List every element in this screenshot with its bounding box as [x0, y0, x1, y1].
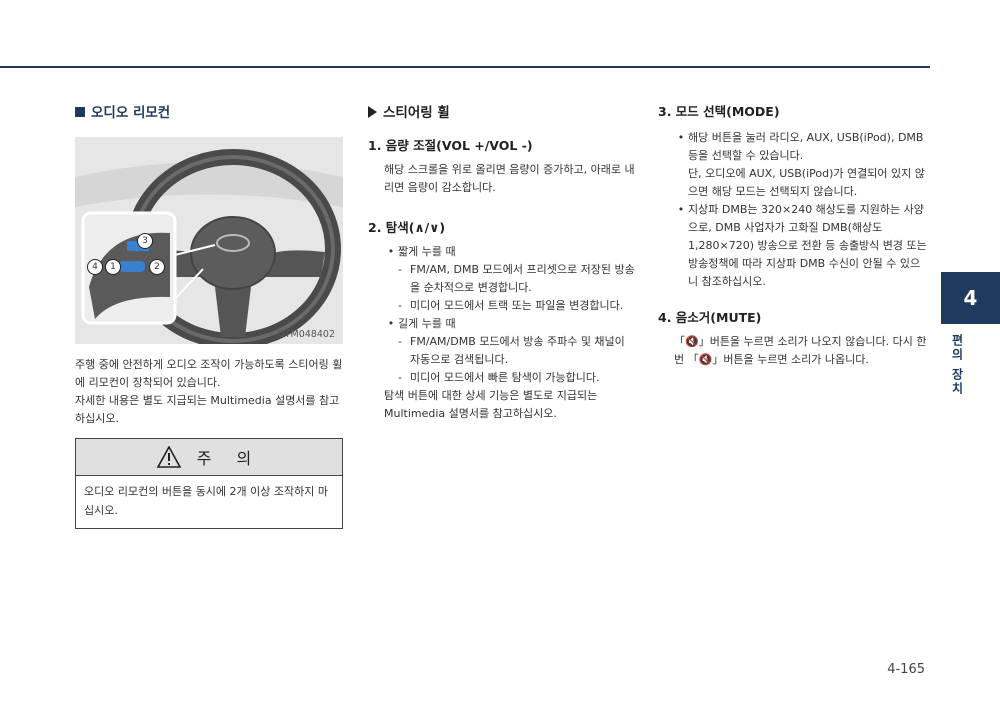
- short-press-item: • 짧게 누를 때: [384, 243, 636, 261]
- header-rule: [0, 66, 930, 68]
- bullet-dot-icon: •: [387, 317, 395, 330]
- callout-2: 2: [149, 259, 165, 275]
- callout-1: 1: [105, 259, 121, 275]
- seek-heading: 2. 탐색(∧/∨): [368, 220, 446, 235]
- remote-description: 주행 중에 안전하게 오디오 조작이 가능하도록 스티어링 휠에 리모컨이 장착…: [75, 358, 343, 389]
- square-bullet-icon: [75, 107, 85, 117]
- caution-box: 주 의 오디오 리모컨의 버튼을 동시에 2개 이상 조작하지 마십시오.: [75, 438, 343, 529]
- short-press-sub-1: - FM/AM, DMB 모드에서 프리셋으로 저장된 방송을 순차적으로 변경합…: [398, 263, 635, 294]
- steering-wheel-figure: 3 4 1 2 OTM048402: [75, 137, 343, 344]
- remote-manual-note: 자세한 내용은 별도 지급되는 Multimedia 설명서를 참고하십시오.: [75, 394, 340, 425]
- caution-title: 주 의: [196, 449, 262, 468]
- seek-note: 탐색 버튼에 대한 상세 기능은 별도로 지급되는 Multimedia 설명서…: [384, 389, 598, 420]
- bullet-dot-icon: •: [677, 203, 685, 216]
- long-press-item: • 길게 누를 때: [384, 315, 636, 333]
- figure-code: OTM048402: [277, 329, 335, 340]
- mute-text: 「🔇」버튼을 누르면 소리가 나오지 않습니다. 다시 한 번 「🔇」버튼을 누…: [674, 335, 927, 366]
- short-press-sub-2: - 미디어 모드에서 트랙 또는 파일을 변경합니다.: [398, 299, 624, 312]
- triangle-bullet-icon: [368, 106, 377, 118]
- long-press-sub-1: - FM/AM/DMB 모드에서 방송 주파수 및 채널이 자동으로 검색됩니다.: [398, 335, 625, 366]
- caution-header: 주 의: [76, 439, 342, 476]
- caution-text: 오디오 리모컨의 버튼을 동시에 2개 이상 조작하지 마십시오.: [84, 485, 328, 517]
- left-column: 오디오 리모컨 3 4 1 2 OTM048402 주행 중에 안전하게 오디오…: [75, 103, 343, 529]
- chapter-label: 편의 장치: [950, 334, 964, 397]
- mode-bullet-2: • 지상파 DMB는 320×240 해상도를 지원하는 사양으로, DMB 사…: [674, 201, 928, 291]
- section-title-remote: 오디오 리모컨: [75, 103, 343, 123]
- steering-wheel-illustration: [75, 137, 343, 344]
- seek-details: • 짧게 누를 때 - FM/AM, DMB 모드에서 프리셋으로 저장된 방송을…: [368, 243, 636, 387]
- mode-heading: 3. 모드 선택(MODE): [658, 104, 780, 119]
- long-press-sub-2: - 미디어 모드에서 빠른 탐색이 가능합니다.: [398, 371, 600, 384]
- bullet-dot-icon: •: [677, 131, 685, 144]
- mode-bullet-1: • 해당 버튼을 눌러 라디오, AUX, USB(iPod), DMB 등을 …: [674, 129, 928, 165]
- warning-triangle-icon: [156, 446, 181, 468]
- mode-bullet-1-note: 단, 오디오에 AUX, USB(iPod)가 연결되어 있지 않으면 해당 모…: [688, 167, 925, 198]
- right-column: 3. 모드 선택(MODE) • 해당 버튼을 눌러 라디오, AUX, USB…: [658, 103, 928, 369]
- middle-column: 스티어링 휠 1. 음량 조절(VOL +/VOL -) 해당 스크롤을 위로 …: [368, 103, 636, 423]
- mute-heading: 4. 음소거(MUTE): [658, 310, 762, 325]
- callout-4: 4: [87, 259, 103, 275]
- short-press-label: 짧게 누를 때: [398, 245, 456, 258]
- chapter-tab: 4: [941, 272, 1000, 324]
- callout-3: 3: [137, 233, 153, 249]
- page-number: 4-165: [887, 662, 925, 677]
- mode-details: • 해당 버튼을 눌러 라디오, AUX, USB(iPod), DMB 등을 …: [658, 129, 928, 291]
- bullet-dot-icon: •: [387, 245, 395, 258]
- long-press-label: 길게 누를 때: [398, 317, 456, 330]
- volume-heading: 1. 음량 조절(VOL +/VOL -): [368, 138, 533, 153]
- section-title-steering: 스티어링 휠: [368, 103, 636, 123]
- volume-text: 해당 스크롤을 위로 올리면 음량이 증가하고, 아래로 내리면 음량이 감소합…: [384, 163, 635, 194]
